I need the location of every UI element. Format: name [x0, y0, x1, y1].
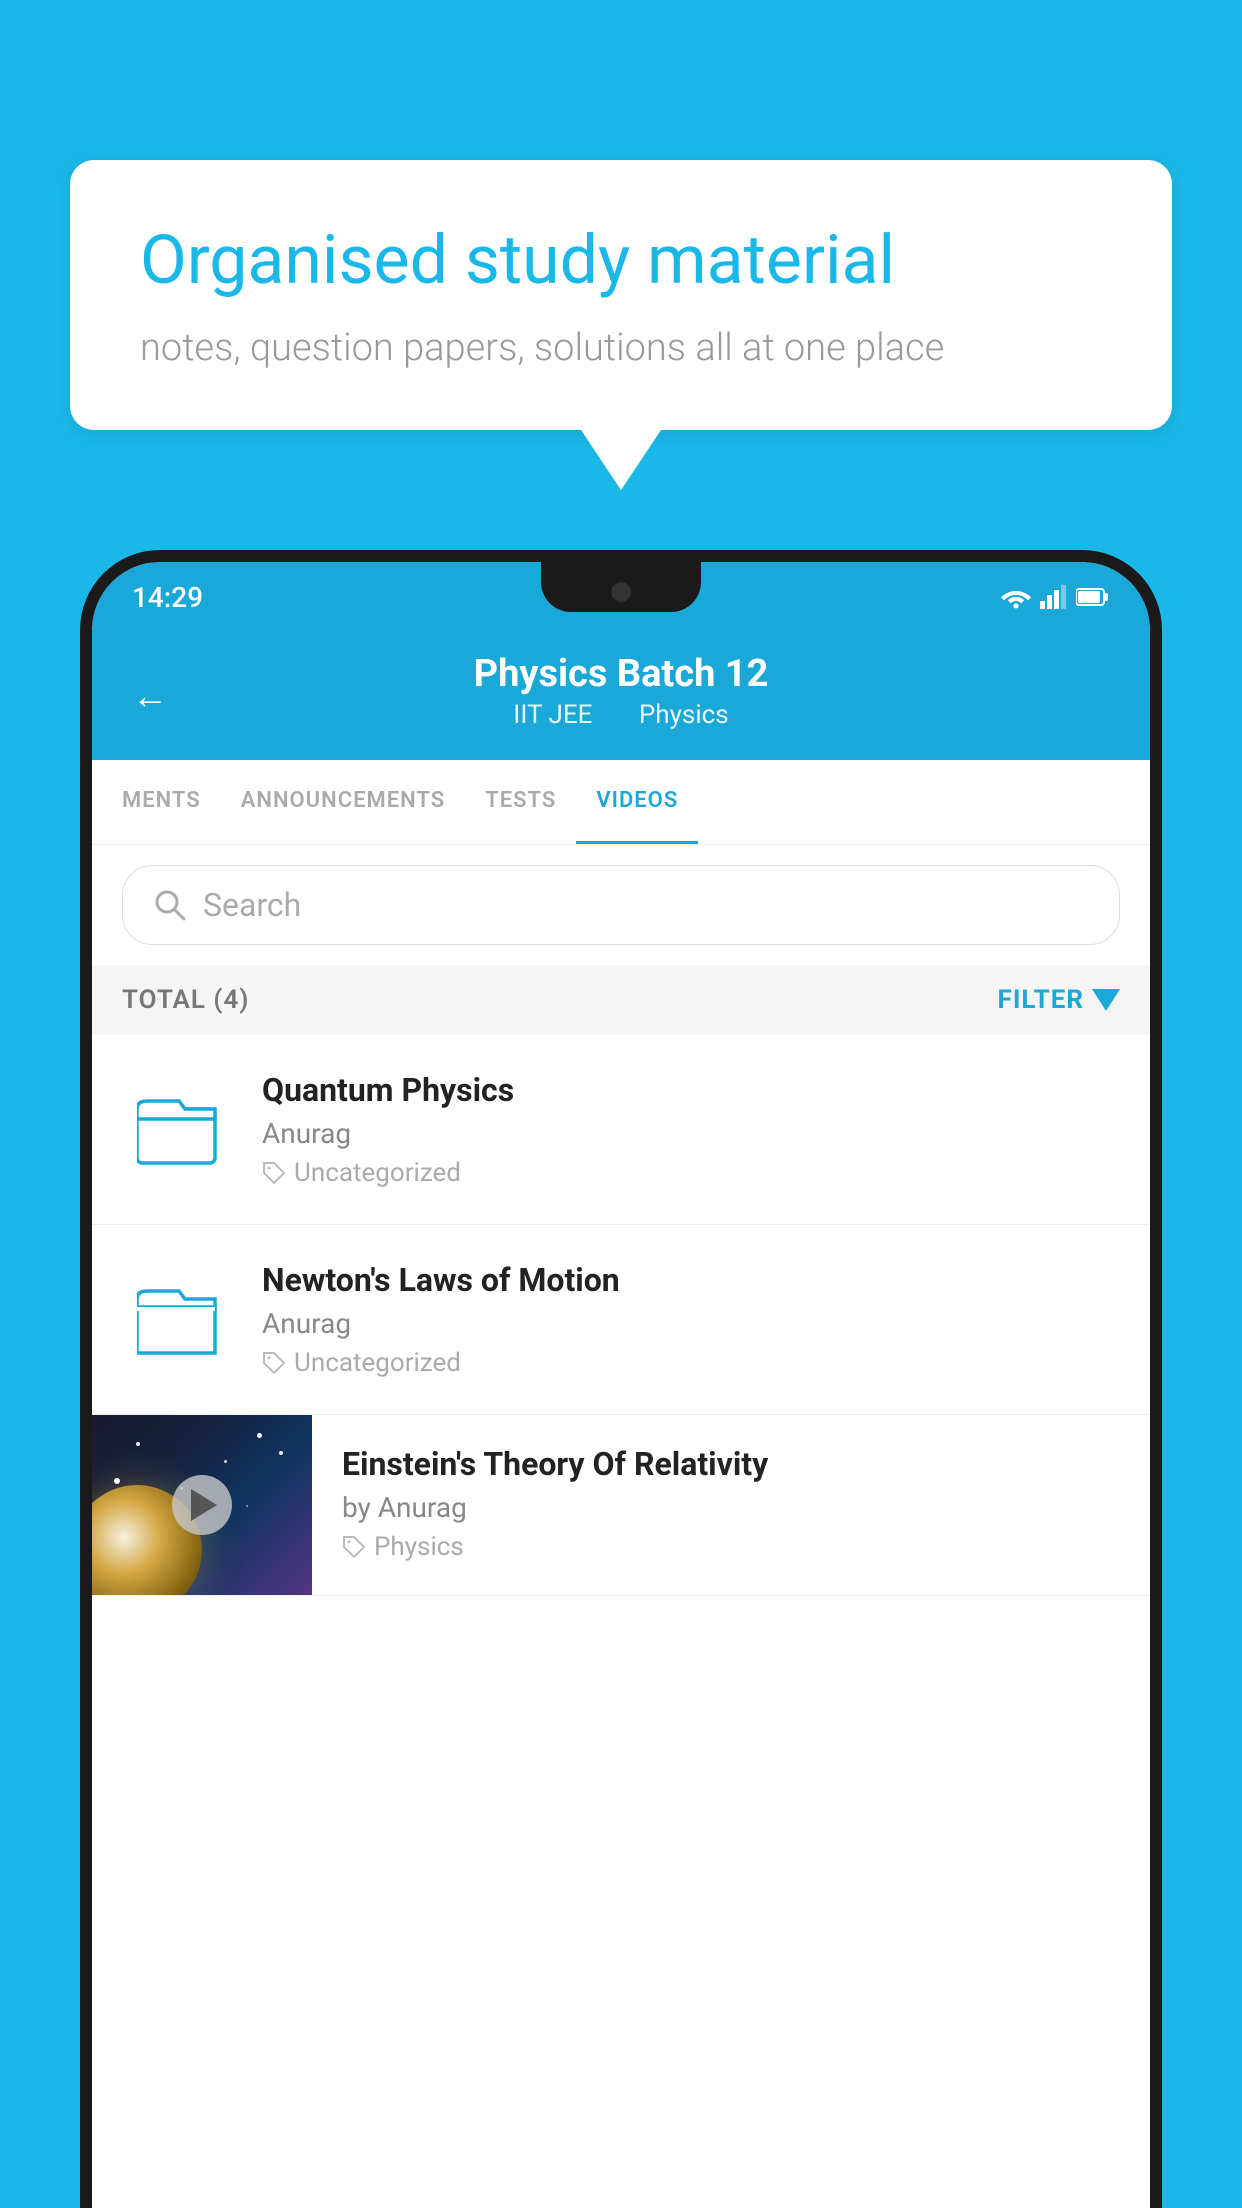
status-icons: [1000, 585, 1110, 609]
signal-icon: [1040, 585, 1068, 609]
item-info: Quantum Physics Anurag Uncategorized: [262, 1071, 1120, 1188]
app-header: ← Physics Batch 12 IIT JEE Physics: [92, 632, 1150, 760]
item-author: by Anurag: [342, 1491, 1120, 1524]
filter-icon: [1092, 989, 1120, 1011]
filter-label: FILTER: [998, 985, 1084, 1015]
item-tag-text: Uncategorized: [294, 1348, 461, 1378]
tabs-bar: MENTS ANNOUNCEMENTS TESTS VIDEOS: [92, 760, 1150, 845]
speech-bubble-tail: [581, 430, 661, 490]
item-title: Einstein's Theory Of Relativity: [342, 1445, 1120, 1483]
list-item[interactable]: Newton's Laws of Motion Anurag Uncategor…: [92, 1225, 1150, 1415]
speech-bubble-heading: Organised study material: [140, 220, 1102, 302]
video-list: Quantum Physics Anurag Uncategorized: [92, 1035, 1150, 1596]
tab-videos[interactable]: VIDEOS: [576, 760, 698, 844]
folder-icon: [137, 1095, 217, 1165]
notch: [541, 562, 701, 612]
item-tag: Physics: [342, 1532, 1120, 1562]
phone-frame: 14:29: [80, 550, 1162, 2208]
search-container: Search: [92, 845, 1150, 965]
status-bar: 14:29: [92, 562, 1150, 632]
filter-button[interactable]: FILTER: [998, 985, 1120, 1015]
camera: [611, 582, 631, 602]
item-tag: Uncategorized: [262, 1158, 1120, 1188]
item-info: Einstein's Theory Of Relativity by Anura…: [312, 1415, 1150, 1592]
app-subtitle: IIT JEE Physics: [132, 700, 1110, 730]
back-button[interactable]: ←: [132, 675, 168, 717]
app-title: Physics Batch 12: [132, 652, 1110, 696]
subtitle-iit: IIT JEE: [513, 700, 592, 730]
speech-bubble-container: Organised study material notes, question…: [70, 160, 1172, 490]
speech-bubble-subtext: notes, question papers, solutions all at…: [140, 326, 1102, 370]
folder-icon: [137, 1285, 217, 1355]
tab-announcements[interactable]: ANNOUNCEMENTS: [221, 760, 465, 844]
total-count: TOTAL (4): [122, 985, 249, 1015]
battery-icon: [1076, 587, 1110, 607]
phone-inner: 14:29: [92, 562, 1150, 2208]
speech-bubble: Organised study material notes, question…: [70, 160, 1172, 430]
item-tag-text: Physics: [374, 1532, 464, 1562]
item-tag: Uncategorized: [262, 1348, 1120, 1378]
item-thumbnail: [122, 1075, 232, 1185]
tag-icon: [262, 1351, 286, 1375]
list-item[interactable]: Einstein's Theory Of Relativity by Anura…: [92, 1415, 1150, 1596]
item-tag-text: Uncategorized: [294, 1158, 461, 1188]
item-title: Quantum Physics: [262, 1071, 1120, 1109]
video-thumbnail: [92, 1415, 312, 1595]
item-info: Newton's Laws of Motion Anurag Uncategor…: [262, 1261, 1120, 1378]
tab-ments[interactable]: MENTS: [102, 760, 221, 844]
item-author: Anurag: [262, 1307, 1120, 1340]
play-button[interactable]: [172, 1475, 232, 1535]
item-title: Newton's Laws of Motion: [262, 1261, 1120, 1299]
search-bar[interactable]: Search: [122, 865, 1120, 945]
wifi-icon: [1000, 585, 1032, 609]
list-item[interactable]: Quantum Physics Anurag Uncategorized: [92, 1035, 1150, 1225]
play-icon: [191, 1489, 217, 1521]
subtitle-physics: Physics: [639, 700, 729, 730]
item-author: Anurag: [262, 1117, 1120, 1150]
tag-icon: [262, 1161, 286, 1185]
search-placeholder: Search: [203, 886, 301, 924]
tab-tests[interactable]: TESTS: [465, 760, 576, 844]
search-icon: [153, 888, 187, 922]
phone-screen: 14:29: [92, 562, 1150, 2208]
tag-icon: [342, 1535, 366, 1559]
filter-bar: TOTAL (4) FILTER: [92, 965, 1150, 1035]
status-time: 14:29: [132, 581, 203, 614]
item-thumbnail: [122, 1265, 232, 1375]
